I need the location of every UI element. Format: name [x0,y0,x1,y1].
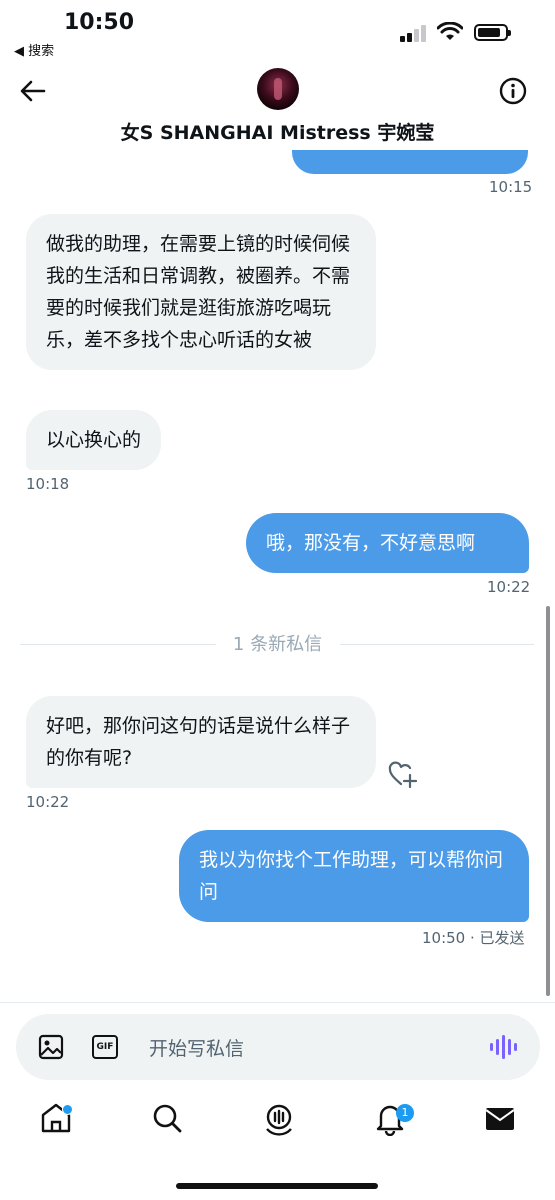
outgoing-message-bubble[interactable]: 我以为你找个工作助理，可以帮你问问 [179,830,529,922]
scrollbar[interactable] [546,606,550,996]
add-reaction-icon[interactable] [388,760,418,788]
conversation-header: 女S SHANGHAI Mistress 宇婉莹 [0,60,555,156]
divider-line-right [340,644,534,645]
incoming-message-bubble[interactable]: 好吧，那你问这句的话是说什么样子的你有呢? [26,696,376,788]
message-input[interactable]: 开始写私信 [149,1034,244,1061]
status-bar: 10:50 ◀ 搜索 [0,0,555,60]
voice-message-icon[interactable] [488,1034,518,1060]
message-status: 10:50 · 已发送 [422,929,525,947]
back-to-app-link[interactable]: ◀ 搜索 [14,40,54,59]
home-notification-dot [62,1104,73,1115]
cellular-signal-icon [400,24,430,42]
spaces-icon[interactable] [261,1100,297,1136]
mail-icon[interactable] [482,1100,518,1136]
outgoing-message-bubble[interactable] [292,150,528,174]
incoming-message-bubble[interactable]: 做我的助理，在需要上镜的时候伺候我的生活和日常调教，被圈养。不需要的时候我们就是… [26,214,376,370]
avatar[interactable] [257,68,299,110]
image-icon[interactable] [38,1034,64,1060]
message-timestamp: 10:15 [489,178,533,196]
contact-name[interactable]: 女S SHANGHAI Mistress 宇婉莹 [0,118,555,145]
message-timestamp: 10:22 [487,578,531,596]
new-messages-divider: 1 条新私信 [232,634,323,655]
message-text: 以心换心的 [46,429,142,451]
message-timestamp: 10:22 [26,793,70,811]
gif-icon[interactable]: GIF [92,1035,118,1059]
message-composer[interactable]: GIF 开始写私信 [16,1014,540,1080]
message-text: 我以为你找个工作助理，可以帮你问问 [199,849,504,903]
clock: 10:50 [64,10,135,35]
home-indicator[interactable] [176,1183,378,1189]
notification-count-badge: 1 [396,1104,414,1122]
message-text: 好吧，那你问这句的话是说什么样子的你有呢? [46,715,351,769]
info-icon[interactable] [499,77,527,105]
wifi-icon [437,22,463,40]
battery-icon [474,24,511,41]
incoming-message-bubble[interactable]: 以心换心的 [26,410,162,470]
message-text: 做我的助理，在需要上镜的时候伺候我的生活和日常调教，被圈养。不需要的时候我们就是… [46,233,351,351]
message-timestamp: 10:18 [26,475,70,493]
composer-divider [0,1002,555,1003]
search-icon[interactable] [149,1100,185,1136]
outgoing-message-bubble[interactable]: 哦，那没有，不好意思啊 [246,513,529,573]
bottom-tab-bar [0,1100,555,1150]
back-arrow-icon[interactable] [18,76,48,106]
message-text: 哦，那没有，不好意思啊 [266,532,476,554]
